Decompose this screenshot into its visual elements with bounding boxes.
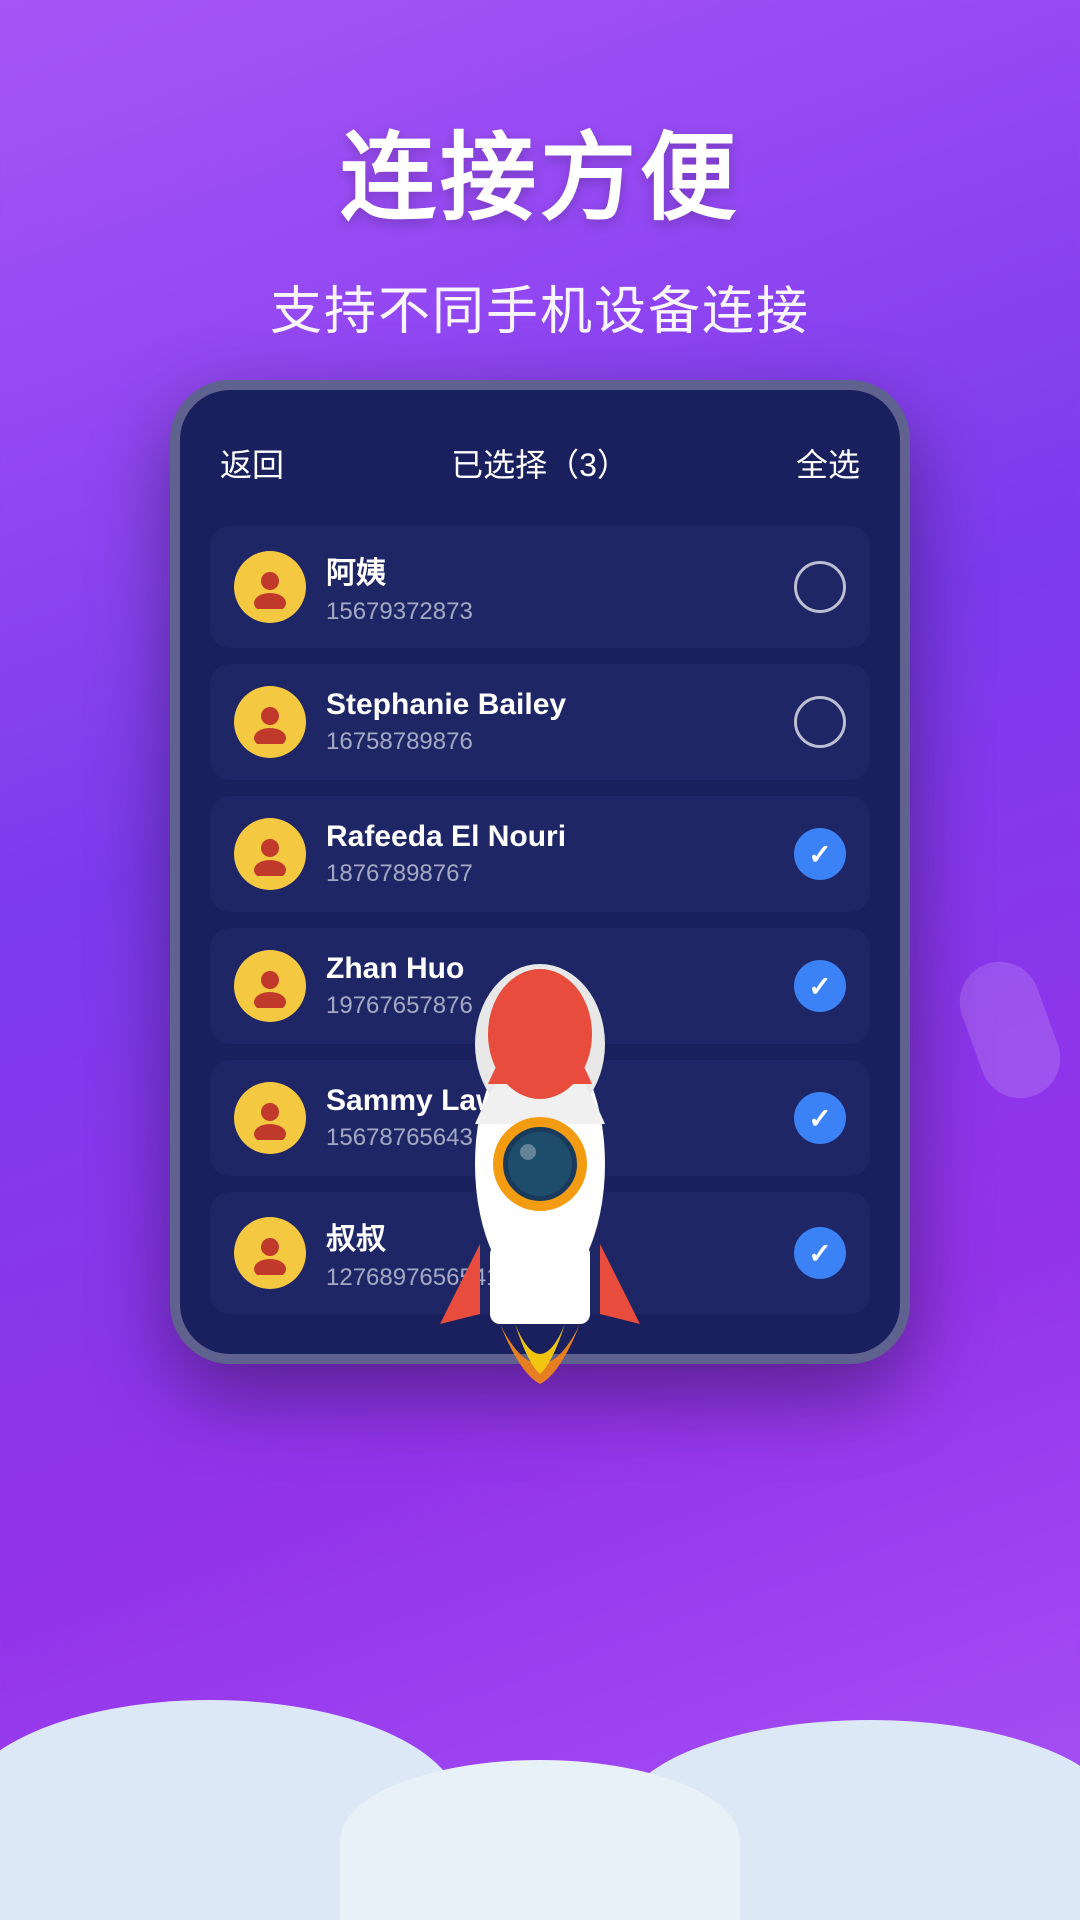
contact-phone: 16758789876 — [326, 728, 774, 756]
avatar — [234, 950, 306, 1022]
check-icon: ✓ — [808, 838, 831, 871]
back-button[interactable]: 返回 — [220, 440, 284, 486]
cloud-small-1 — [100, 1740, 300, 1840]
contact-phone: 18767898767 — [326, 860, 774, 888]
sub-title: 支持不同手机设备连接 — [0, 269, 1080, 344]
contact-name: Stephanie Bailey — [326, 688, 774, 722]
avatar — [234, 551, 306, 623]
contact-info: Rafeeda El Nouri 18767898767 — [326, 820, 774, 888]
contact-info: 阿姨 15679372873 — [326, 548, 774, 626]
deco-shape — [948, 951, 1071, 1110]
radio-button[interactable] — [794, 561, 846, 613]
cloud-center — [340, 1760, 740, 1920]
avatar — [234, 818, 306, 890]
avatar — [234, 686, 306, 758]
radio-button-checked[interactable]: ✓ — [794, 1227, 846, 1279]
select-all-button[interactable]: 全选 — [796, 440, 860, 486]
contact-item[interactable]: 阿姨 15679372873 — [210, 526, 870, 648]
avatar — [234, 1217, 306, 1289]
clouds-layer — [0, 1600, 1080, 1920]
cloud-small-2 — [820, 1730, 1000, 1820]
main-title: 连接方便 — [0, 100, 1080, 239]
rocket-illustration — [400, 944, 680, 1424]
check-icon: ✓ — [808, 970, 831, 1003]
contact-item[interactable]: Rafeeda El Nouri 18767898767 ✓ — [210, 796, 870, 912]
top-section: 连接方便 支持不同手机设备连接 — [0, 0, 1080, 344]
check-icon: ✓ — [808, 1102, 831, 1135]
radio-button-checked[interactable]: ✓ — [794, 828, 846, 880]
contact-name: 阿姨 — [326, 548, 774, 592]
header-title: 已选择（3） — [451, 440, 629, 486]
contact-info: Stephanie Bailey 16758789876 — [326, 688, 774, 756]
phone-header: 返回 已选择（3） 全选 — [210, 440, 870, 486]
contact-phone: 15679372873 — [326, 598, 774, 626]
phone-mockup: 返回 已选择（3） 全选 阿姨 15679372873 — [170, 380, 910, 1364]
avatar — [234, 1082, 306, 1154]
radio-button[interactable] — [794, 696, 846, 748]
contact-item[interactable]: Stephanie Bailey 16758789876 — [210, 664, 870, 780]
radio-button-checked[interactable]: ✓ — [794, 960, 846, 1012]
check-icon: ✓ — [808, 1237, 831, 1270]
contact-name: Rafeeda El Nouri — [326, 820, 774, 854]
radio-button-checked[interactable]: ✓ — [794, 1092, 846, 1144]
